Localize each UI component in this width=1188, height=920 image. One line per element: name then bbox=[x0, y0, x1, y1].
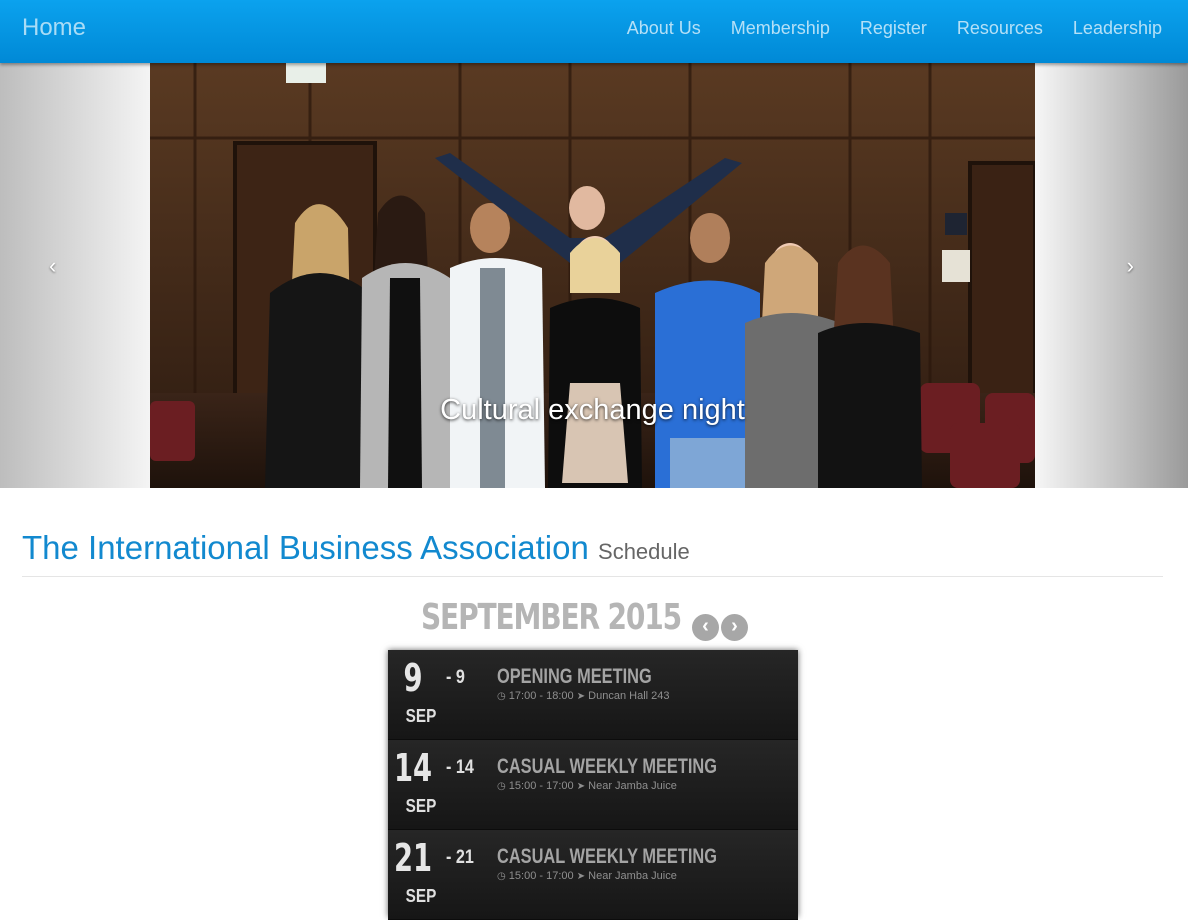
location-arrow-icon: ➤ bbox=[576, 781, 586, 792]
carousel-prev-icon[interactable]: ‹ bbox=[49, 253, 56, 279]
nav-register[interactable]: Register bbox=[860, 18, 927, 39]
event-title[interactable]: CASUAL WEEKLY MEETING bbox=[497, 755, 717, 779]
event-end-day: - 9 bbox=[446, 667, 465, 688]
event-meta: ◷ 15:00 - 17:00 ➤ Near Jamba Juice bbox=[497, 780, 677, 792]
event-time: 17:00 - 18:00 bbox=[508, 690, 574, 702]
event-location: Near Jamba Juice bbox=[588, 780, 677, 792]
event-start-day: 9 bbox=[403, 656, 423, 700]
event-end-day: - 21 bbox=[446, 847, 474, 868]
nav-leadership[interactable]: Leadership bbox=[1073, 18, 1162, 39]
event-month: SEP bbox=[405, 706, 437, 726]
nav-resources[interactable]: Resources bbox=[957, 18, 1043, 39]
clock-icon: ◷ bbox=[497, 781, 506, 792]
event-meta: ◷ 15:00 - 17:00 ➤ Near Jamba Juice bbox=[497, 870, 677, 882]
location-arrow-icon: ➤ bbox=[576, 691, 586, 702]
page-subtitle: Schedule bbox=[598, 539, 690, 564]
clock-icon: ◷ bbox=[497, 871, 506, 882]
page-header: The International Business Association S… bbox=[22, 528, 1163, 577]
carousel-right-fade bbox=[1035, 63, 1188, 488]
event-meta: ◷ 17:00 - 18:00 ➤ Duncan Hall 243 bbox=[497, 690, 670, 702]
nav-menu: About Us Membership Register Resources L… bbox=[627, 0, 1162, 56]
organization-name: The International Business Association bbox=[22, 529, 589, 566]
calendar-prev-month-icon[interactable]: ‹ bbox=[692, 614, 719, 641]
event-title[interactable]: OPENING MEETING bbox=[497, 665, 652, 689]
nav-about-us[interactable]: About Us bbox=[627, 18, 701, 39]
calendar-next-month-icon[interactable]: › bbox=[721, 614, 748, 641]
carousel-slide-photo: Cultural exchange night bbox=[150, 63, 1035, 488]
page-title: The International Business Association S… bbox=[22, 528, 1163, 572]
event-item[interactable]: 14 - 14 SEP CASUAL WEEKLY MEETING ◷ 15:0… bbox=[388, 740, 798, 830]
carousel-next-icon[interactable]: › bbox=[1127, 253, 1134, 279]
event-start-day: 14 bbox=[393, 746, 433, 790]
event-time: 15:00 - 17:00 bbox=[508, 780, 574, 792]
top-navbar: Home About Us Membership Register Resour… bbox=[0, 0, 1188, 63]
event-time: 15:00 - 17:00 bbox=[508, 870, 574, 882]
nav-membership[interactable]: Membership bbox=[731, 18, 830, 39]
event-month: SEP bbox=[405, 796, 437, 816]
event-title[interactable]: CASUAL WEEKLY MEETING bbox=[497, 845, 717, 869]
carousel-caption: Cultural exchange night bbox=[440, 394, 745, 426]
event-list: 9 - 9 SEP OPENING MEETING ◷ 17:00 - 18:0… bbox=[388, 650, 798, 920]
carousel-left-fade bbox=[0, 63, 150, 488]
location-arrow-icon: ➤ bbox=[576, 871, 586, 882]
home-link[interactable]: Home bbox=[22, 14, 86, 42]
event-item[interactable]: 9 - 9 SEP OPENING MEETING ◷ 17:00 - 18:0… bbox=[388, 650, 798, 740]
event-location: Duncan Hall 243 bbox=[588, 690, 670, 702]
event-location: Near Jamba Juice bbox=[588, 870, 677, 882]
photo-carousel: ‹ › Cultural exchange night bbox=[0, 63, 1188, 488]
calendar-month-title: SEPTEMBER 2015 bbox=[421, 597, 682, 638]
clock-icon: ◷ bbox=[497, 691, 506, 702]
event-end-day: - 14 bbox=[446, 757, 474, 778]
event-month: SEP bbox=[405, 886, 437, 906]
event-item[interactable]: 21 - 21 SEP CASUAL WEEKLY MEETING ◷ 15:0… bbox=[388, 830, 798, 920]
event-start-day: 21 bbox=[393, 836, 433, 880]
